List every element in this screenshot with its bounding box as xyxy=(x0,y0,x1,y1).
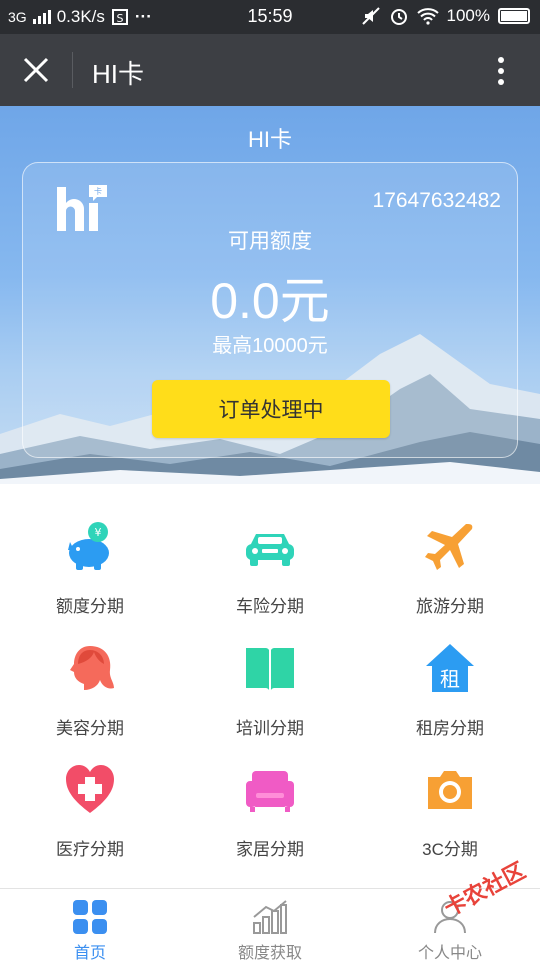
page-title: HI卡 xyxy=(92,59,145,89)
wifi-icon xyxy=(416,8,439,25)
house-icon: 租 xyxy=(426,644,474,692)
hero-banner: HI卡 卡 17647632482 可用额度 0.0元 最高10000元 订单处… xyxy=(0,106,540,484)
title-bar: HI卡 xyxy=(0,34,540,106)
battery-percent: 100% xyxy=(446,6,490,25)
service-beauty-installment[interactable]: 美容分期 xyxy=(0,606,180,738)
nav-home[interactable]: 首页 xyxy=(0,889,180,960)
service-rent-installment[interactable]: 租 租房分期 xyxy=(360,606,540,738)
service-travel-installment[interactable]: 旅游分期 xyxy=(360,484,540,616)
service-3c-installment[interactable]: 3C分期 xyxy=(360,727,540,859)
bar-chart-icon xyxy=(253,900,287,934)
mute-icon xyxy=(361,7,380,25)
piggy-bank-icon: ¥ xyxy=(68,522,109,570)
svg-text:卡: 卡 xyxy=(94,186,102,196)
available-credit-amount: 0.0元 xyxy=(210,273,330,329)
services-grid: ¥ 额度分期 车险分期 旅游分期 美容分期 培训分期 租 租房分期 医疗分期 家… xyxy=(0,484,540,888)
nav-label: 额度获取 xyxy=(237,945,302,960)
book-icon xyxy=(246,648,294,690)
camera-icon xyxy=(428,771,472,809)
service-label: 家居分期 xyxy=(236,840,304,859)
woman-face-icon xyxy=(70,646,114,690)
more-menu-icon[interactable] xyxy=(496,56,506,86)
nav-label: 个人中心 xyxy=(417,945,482,960)
service-label: 医疗分期 xyxy=(56,840,124,859)
status-bar: 3G 0.3K/s S ··· 15:59 100% xyxy=(0,0,540,34)
service-quota-installment[interactable]: ¥ 额度分期 xyxy=(0,484,180,616)
nav-quota[interactable]: 额度获取 xyxy=(180,889,360,960)
credit-card-panel: 卡 17647632482 可用额度 0.0元 最高10000元 订单处理中 xyxy=(22,162,518,458)
order-status-button[interactable]: 订单处理中 xyxy=(152,380,390,438)
status-right: 100% xyxy=(361,6,530,26)
phone-number: 17647632482 xyxy=(372,189,501,212)
svg-text:¥: ¥ xyxy=(95,526,102,539)
home-grid-icon xyxy=(73,900,107,934)
close-icon[interactable] xyxy=(22,56,50,84)
sofa-icon xyxy=(246,771,294,812)
alarm-icon xyxy=(390,9,407,25)
nav-label: 首页 xyxy=(73,945,106,960)
medical-heart-icon xyxy=(66,765,114,813)
service-home-installment[interactable]: 家居分期 xyxy=(180,727,360,859)
max-credit-label: 最高10000元 xyxy=(212,335,328,357)
hero-title: HI卡 xyxy=(247,127,292,152)
house-glyph: 租 xyxy=(440,667,460,691)
available-credit-label: 可用额度 xyxy=(228,230,312,253)
battery-icon xyxy=(498,8,530,24)
service-car-insurance-installment[interactable]: 车险分期 xyxy=(180,484,360,616)
service-medical-installment[interactable]: 医疗分期 xyxy=(0,727,180,859)
title-divider xyxy=(72,52,73,88)
service-training-installment[interactable]: 培训分期 xyxy=(180,606,360,738)
car-icon xyxy=(246,534,294,566)
airplane-icon xyxy=(425,524,473,570)
